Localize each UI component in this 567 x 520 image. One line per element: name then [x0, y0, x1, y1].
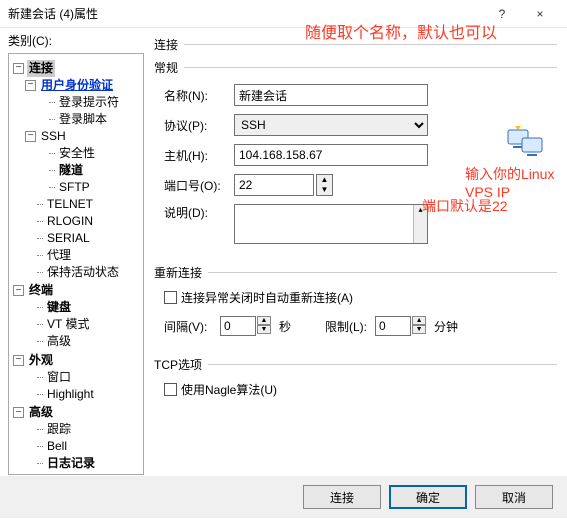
cancel-button[interactable]: 取消	[475, 485, 553, 509]
tree-advanced[interactable]: 高级	[27, 404, 55, 421]
tree-proxy[interactable]: 代理	[45, 247, 73, 264]
category-tree[interactable]: −连接 −用户身份验证 登录提示符 登录脚本 −SSH 安全性 隧道	[8, 53, 144, 475]
tree-bell[interactable]: Bell	[45, 438, 69, 455]
collapse-icon[interactable]: −	[13, 355, 24, 366]
ok-button[interactable]: 确定	[389, 485, 467, 509]
auto-reconnect-checkbox[interactable]: 连接异常关闭时自动重新连接(A)	[164, 289, 557, 306]
chevron-up-icon[interactable]: ▲	[257, 316, 271, 325]
tree-adv1[interactable]: 高级	[45, 333, 73, 350]
tree-window[interactable]: 窗口	[45, 369, 73, 386]
minutes-label: 分钟	[434, 318, 458, 335]
connection-icon	[507, 124, 545, 158]
close-button[interactable]: ×	[521, 0, 559, 28]
annotation-port-hint: 端口默认是22	[422, 196, 508, 216]
chevron-down-icon[interactable]: ▼	[412, 325, 426, 334]
collapse-icon[interactable]: −	[25, 131, 36, 142]
tree-filetransfer[interactable]: 文件传输	[27, 474, 79, 476]
tree-appearance[interactable]: 外观	[27, 352, 55, 369]
tree-rlogin[interactable]: RLOGIN	[45, 213, 95, 230]
group-reconnect: 重新连接	[154, 264, 557, 281]
limit-label: 限制(L):	[325, 318, 367, 335]
tree-terminal[interactable]: 终端	[27, 282, 55, 299]
seconds-label: 秒	[279, 318, 291, 335]
host-input[interactable]	[234, 144, 428, 166]
interval-input[interactable]	[220, 316, 256, 336]
host-label: 主机(H):	[164, 147, 234, 164]
group-general: 常规	[154, 59, 557, 76]
chevron-up-icon[interactable]: ▲	[317, 175, 332, 185]
chevron-down-icon[interactable]: ▼	[317, 185, 332, 195]
tree-sftp[interactable]: SFTP	[57, 179, 92, 196]
nagle-label: 使用Nagle算法(U)	[181, 381, 277, 398]
tree-tunnel[interactable]: 隧道	[57, 162, 85, 179]
tree-login-script[interactable]: 登录脚本	[57, 111, 109, 128]
protocol-select[interactable]: SSH	[234, 114, 428, 136]
desc-textarea[interactable]: ▴	[234, 204, 428, 244]
collapse-icon[interactable]: −	[13, 63, 24, 74]
tree-log[interactable]: 日志记录	[45, 455, 97, 472]
window-title: 新建会话 (4)属性	[8, 5, 483, 22]
category-label: 类别(C):	[8, 32, 144, 49]
interval-label: 间隔(V):	[164, 318, 212, 335]
tree-connection[interactable]: 连接	[27, 60, 55, 77]
port-input[interactable]	[234, 174, 314, 196]
tree-vt[interactable]: VT 模式	[45, 316, 91, 333]
tree-login-prompt[interactable]: 登录提示符	[57, 94, 121, 111]
interval-stepper[interactable]: ▲▼	[220, 316, 271, 336]
nagle-checkbox[interactable]: 使用Nagle算法(U)	[164, 381, 557, 398]
tree-serial[interactable]: SERIAL	[45, 230, 92, 247]
port-stepper[interactable]: ▲▼	[234, 174, 333, 196]
annotation-name-hint: 随便取个名称，默认也可以	[305, 24, 497, 44]
tree-ssh[interactable]: SSH	[39, 128, 68, 145]
tree-keyboard[interactable]: 键盘	[45, 299, 73, 316]
desc-label: 说明(D):	[164, 204, 234, 221]
tree-security[interactable]: 安全性	[57, 145, 97, 162]
chevron-up-icon[interactable]: ▲	[412, 316, 426, 325]
name-label: 名称(N):	[164, 87, 234, 104]
tree-highlight[interactable]: Highlight	[45, 386, 96, 403]
auto-reconnect-label: 连接异常关闭时自动重新连接(A)	[181, 289, 353, 306]
connect-button[interactable]: 连接	[303, 485, 381, 509]
annotation-host-hint: 输入你的Linux VPS IP	[465, 164, 567, 200]
group-tcp: TCP选项	[154, 356, 557, 373]
tree-telnet[interactable]: TELNET	[45, 196, 95, 213]
tree-keepalive[interactable]: 保持活动状态	[45, 264, 121, 281]
collapse-icon[interactable]: −	[13, 285, 24, 296]
collapse-icon[interactable]: −	[25, 80, 36, 91]
limit-input[interactable]	[375, 316, 411, 336]
dialog-buttons: 连接 确定 取消	[0, 476, 567, 518]
collapse-icon[interactable]: −	[13, 407, 24, 418]
tree-user-auth[interactable]: 用户身份验证	[39, 77, 115, 94]
port-label: 端口号(O):	[164, 177, 234, 194]
chevron-down-icon[interactable]: ▼	[257, 325, 271, 334]
tree-trace[interactable]: 跟踪	[45, 421, 73, 438]
name-input[interactable]	[234, 84, 428, 106]
protocol-label: 协议(P):	[164, 117, 234, 134]
limit-stepper[interactable]: ▲▼	[375, 316, 426, 336]
